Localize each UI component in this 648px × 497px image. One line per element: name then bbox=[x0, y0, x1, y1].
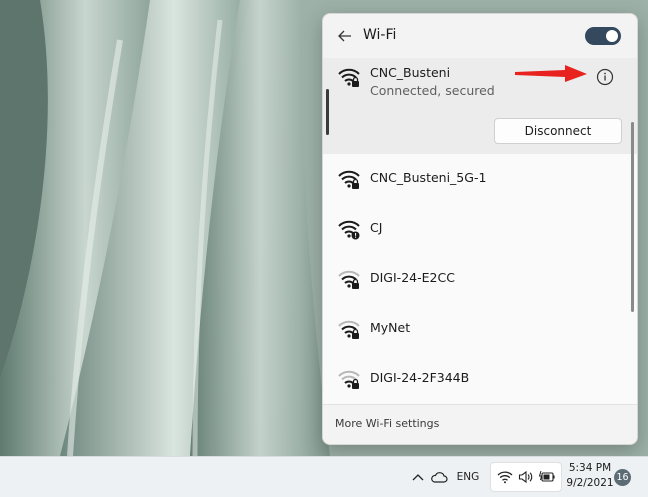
wifi-toggle[interactable] bbox=[585, 27, 621, 45]
quick-settings-button[interactable] bbox=[490, 462, 562, 492]
flyout-footer: More Wi-Fi settings bbox=[323, 404, 637, 444]
clock-date: 9/2/2021 bbox=[566, 477, 614, 489]
network-item[interactable]: MyNet bbox=[323, 304, 631, 354]
network-list: CNC_Busteni Connected, secured Disconnec… bbox=[323, 58, 637, 404]
notification-badge[interactable]: 16 bbox=[614, 469, 631, 486]
annotation-arrow-icon bbox=[515, 65, 587, 82]
flyout-header: Wi-Fi bbox=[323, 14, 637, 58]
language-indicator[interactable]: ENG bbox=[454, 457, 482, 497]
network-status: Connected, secured bbox=[370, 83, 495, 98]
wifi-icon bbox=[497, 471, 513, 484]
network-item[interactable]: CNC_Busteni_5G-1 bbox=[323, 154, 631, 204]
network-item-connected[interactable]: CNC_Busteni Connected, secured Disconnec… bbox=[323, 58, 637, 154]
disconnect-button[interactable]: Disconnect bbox=[494, 118, 622, 144]
back-button[interactable] bbox=[333, 25, 357, 47]
clock-button[interactable]: 5:34 PM 9/2/2021 bbox=[566, 461, 614, 493]
battery-charging-icon bbox=[539, 470, 555, 482]
scrollbar[interactable] bbox=[631, 122, 634, 312]
wifi-secured-icon bbox=[338, 68, 360, 87]
wifi-warning-icon bbox=[338, 220, 360, 240]
wifi-secured-icon bbox=[338, 320, 360, 339]
network-name: DIGI-24-E2CC bbox=[370, 270, 455, 285]
cloud-icon bbox=[431, 472, 448, 483]
wifi-secured-icon bbox=[338, 270, 360, 289]
network-name: CNC_Busteni bbox=[370, 65, 451, 80]
speaker-icon bbox=[518, 470, 533, 484]
toggle-knob bbox=[606, 30, 618, 42]
taskbar: ENG 5:34 PM 9/2/2021 16 bbox=[0, 456, 648, 497]
selection-indicator bbox=[326, 89, 329, 135]
more-wifi-settings-link[interactable]: More Wi-Fi settings bbox=[335, 417, 439, 430]
arrow-left-icon bbox=[338, 30, 351, 42]
properties-button[interactable] bbox=[595, 67, 615, 87]
clock-time: 5:34 PM bbox=[568, 462, 612, 474]
network-name: DIGI-24-2F344B bbox=[370, 370, 470, 385]
network-name: CNC_Busteni_5G-1 bbox=[370, 170, 487, 185]
network-item[interactable]: DIGI-24-E2CC bbox=[323, 254, 631, 304]
wifi-flyout: Wi-Fi CNC_Busteni Connected, secured Dis… bbox=[322, 13, 638, 445]
wifi-secured-icon bbox=[338, 170, 360, 189]
show-hidden-icons-button[interactable] bbox=[408, 457, 428, 497]
info-icon bbox=[596, 68, 614, 86]
wifi-secured-icon bbox=[338, 370, 360, 389]
flyout-title: Wi-Fi bbox=[363, 27, 397, 43]
network-item[interactable]: CJ bbox=[323, 204, 631, 254]
network-item[interactable]: DIGI-24-2F344B bbox=[323, 354, 631, 404]
network-name: MyNet bbox=[370, 320, 411, 335]
chevron-up-icon bbox=[412, 474, 424, 481]
network-name: CJ bbox=[370, 220, 383, 235]
onedrive-button[interactable] bbox=[428, 457, 450, 497]
